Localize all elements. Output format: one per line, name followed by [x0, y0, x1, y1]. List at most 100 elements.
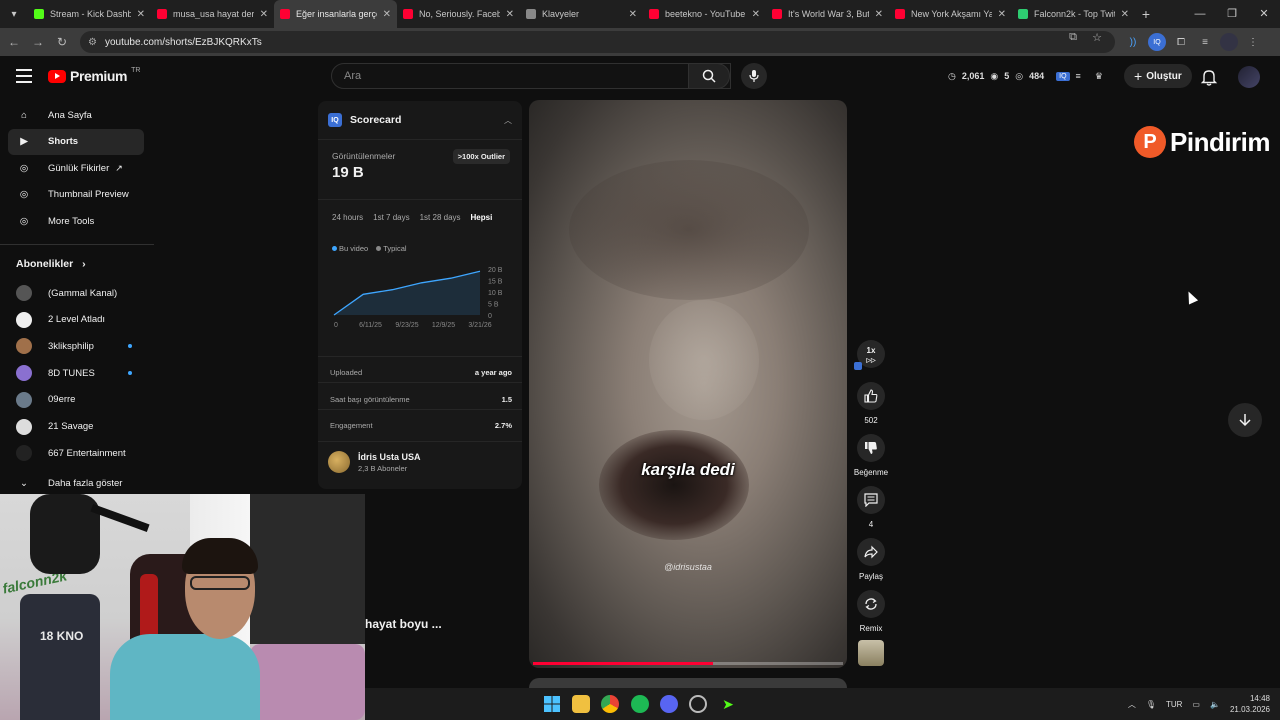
clock[interactable]: 14:48 21.03.2026 [1230, 693, 1270, 715]
browser-tab[interactable]: Falconn2k - Top Twitch ✕ [1012, 0, 1135, 28]
bookmark-star-icon[interactable]: ☆ [1087, 31, 1107, 44]
sound-thumbnail[interactable] [858, 640, 884, 666]
close-tab-icon[interactable]: ✕ [998, 9, 1006, 20]
youtube-logo[interactable]: Premium TR [48, 67, 140, 84]
browser-tab[interactable]: Eğer insanlarla gerçek ✕ [274, 0, 397, 28]
sidebar-item[interactable]: ◎ Günlük Fikirler ↗ [8, 155, 144, 181]
video-progress-bar[interactable] [533, 662, 843, 665]
site-info-icon[interactable]: ⚙ [88, 37, 97, 48]
sidebar-item[interactable]: ◎ Thumbnail Preview [8, 182, 144, 208]
close-tab-icon[interactable]: ✕ [629, 9, 637, 20]
media-controls-icon[interactable]: ≡ [1196, 33, 1214, 51]
vidiq-extension-icon[interactable]: IQ [1148, 33, 1166, 51]
time: 14:48 [1249, 694, 1270, 703]
microphone-tray-icon[interactable]: 🎙 [1146, 700, 1156, 709]
close-tab-icon[interactable]: ✕ [137, 9, 145, 20]
range-tab[interactable]: Hepsi [471, 213, 493, 222]
browser-tab[interactable]: New York Akşamı Ya ✕ [889, 0, 1012, 28]
collapse-caret-icon[interactable]: ︿ [504, 115, 512, 126]
range-tab[interactable]: 24 hours [332, 213, 363, 222]
close-window-button[interactable]: ✕ [1248, 0, 1280, 28]
subscription-item[interactable]: 09erre [8, 387, 144, 413]
next-short-button[interactable] [1228, 403, 1262, 437]
spotify-icon[interactable] [631, 695, 649, 713]
tab-search-button[interactable]: ▾ [0, 0, 28, 28]
create-button[interactable]: + Oluştur [1124, 64, 1192, 88]
new-tab-button[interactable]: + [1135, 6, 1157, 22]
stat-clock: 2,061 [961, 71, 985, 81]
browser-tab[interactable]: It's World War 3, But ✕ [766, 0, 889, 28]
vidiq-icon[interactable]: IQ [1056, 71, 1070, 81]
vidiq-logo-icon: IQ [328, 113, 342, 127]
chrome-icon[interactable] [601, 695, 619, 713]
list-icon[interactable]: ≡ [1076, 71, 1081, 81]
restore-button[interactable]: ❐ [1216, 0, 1248, 28]
channel-avatar[interactable] [328, 451, 350, 473]
notifications-bell-icon[interactable] [1200, 68, 1218, 86]
address-bar[interactable]: ⚙ youtube.com/shorts/EzBJKQRKxTs ⧉ ☆ [80, 31, 1115, 53]
minimize-button[interactable]: — [1184, 0, 1216, 28]
cast-icon[interactable]: ⧉ [1063, 31, 1083, 44]
menu-icon[interactable]: ⋮ [1244, 33, 1262, 51]
subscription-item[interactable]: (Gammal Kanal) [8, 280, 144, 306]
puzzle-icon[interactable]: ⧠ [1172, 33, 1190, 51]
views-label: Görüntülenmeler [332, 151, 396, 161]
search-input[interactable]: Ara [331, 63, 731, 89]
chevron-up-icon[interactable]: ︿ [1128, 699, 1136, 710]
show-more-button[interactable]: ⌄ Daha fazla göster [8, 470, 144, 496]
share-button[interactable] [857, 538, 885, 566]
remix-button[interactable] [857, 590, 885, 618]
browser-tab[interactable]: Klavyeler ✕ [520, 0, 643, 28]
extension-stats[interactable]: ◷ 2,061 ◉ 5 ◎ 484 IQ ≡ ♛ [940, 64, 1111, 88]
like-button[interactable] [857, 382, 885, 410]
close-tab-icon[interactable]: ✕ [875, 9, 883, 20]
views-value: 19 B [332, 164, 364, 181]
extension-icon[interactable]: )) [1124, 33, 1142, 51]
comments-button[interactable] [857, 486, 885, 514]
range-tab[interactable]: 1st 28 days [420, 213, 461, 222]
stat-views: 484 [1029, 71, 1045, 81]
browser-tab[interactable]: No, Seriously. Facebook ✕ [397, 0, 520, 28]
close-tab-icon[interactable]: ✕ [383, 9, 391, 20]
dislike-button[interactable] [857, 434, 885, 462]
display-icon[interactable]: ▭ [1192, 700, 1200, 709]
voice-search-button[interactable] [741, 63, 767, 89]
close-tab-icon[interactable]: ✕ [260, 9, 268, 20]
browser-tab[interactable]: musa_usa hayat dersi ✕ [151, 0, 274, 28]
back-icon[interactable]: ← [2, 35, 26, 49]
tab-favicon-icon [403, 9, 413, 19]
close-tab-icon[interactable]: ✕ [752, 9, 760, 20]
subscription-item[interactable]: 8D TUNES [8, 360, 144, 386]
kick-icon[interactable]: ➤ [719, 695, 737, 713]
forward-icon[interactable]: → [26, 35, 50, 49]
windows-start-icon[interactable] [543, 695, 561, 713]
close-tab-icon[interactable]: ✕ [1121, 9, 1129, 20]
volume-icon[interactable]: 🔈 [1210, 700, 1220, 709]
trophy-icon[interactable]: ♛ [1095, 71, 1103, 82]
sidebar-item[interactable]: ◎ More Tools [8, 208, 144, 234]
search-button[interactable] [688, 63, 730, 89]
channel-info[interactable]: İdris Usta USA 2,3 B Aboneler [328, 451, 421, 473]
discord-icon[interactable] [660, 695, 678, 713]
file-explorer-icon[interactable] [572, 695, 590, 713]
language-indicator[interactable]: TUR [1166, 700, 1182, 709]
close-tab-icon[interactable]: ✕ [506, 9, 514, 20]
browser-tab[interactable]: beetekno - YouTube ✕ [643, 0, 766, 28]
channel-avatar [16, 285, 32, 301]
subscription-item[interactable]: 3kliksphilip [8, 333, 144, 359]
menu-icon[interactable] [16, 69, 32, 83]
browser-tab[interactable]: Stream - Kick Dashboard ✕ [28, 0, 151, 28]
subscription-item[interactable]: 2 Level Atladı [8, 307, 144, 333]
account-avatar[interactable] [1238, 66, 1260, 88]
sidebar-item[interactable]: ⌂ Ana Sayfa [8, 102, 144, 128]
sidebar-item[interactable]: ▶ Shorts [8, 128, 144, 155]
subscriptions-heading[interactable]: Abonelikler › [16, 258, 86, 270]
range-tab[interactable]: 1st 7 days [373, 213, 409, 222]
shorts-video-player[interactable]: karşıla dedi @idrisustaa [529, 100, 847, 668]
reload-icon[interactable]: ↻ [50, 35, 74, 49]
tab-title: musa_usa hayat dersi [173, 9, 254, 19]
obs-icon[interactable] [689, 695, 707, 713]
profile-icon[interactable] [1220, 33, 1238, 51]
subscription-item[interactable]: 21 Savage [8, 414, 144, 440]
subscription-item[interactable]: 667 Entertainment [8, 440, 144, 466]
